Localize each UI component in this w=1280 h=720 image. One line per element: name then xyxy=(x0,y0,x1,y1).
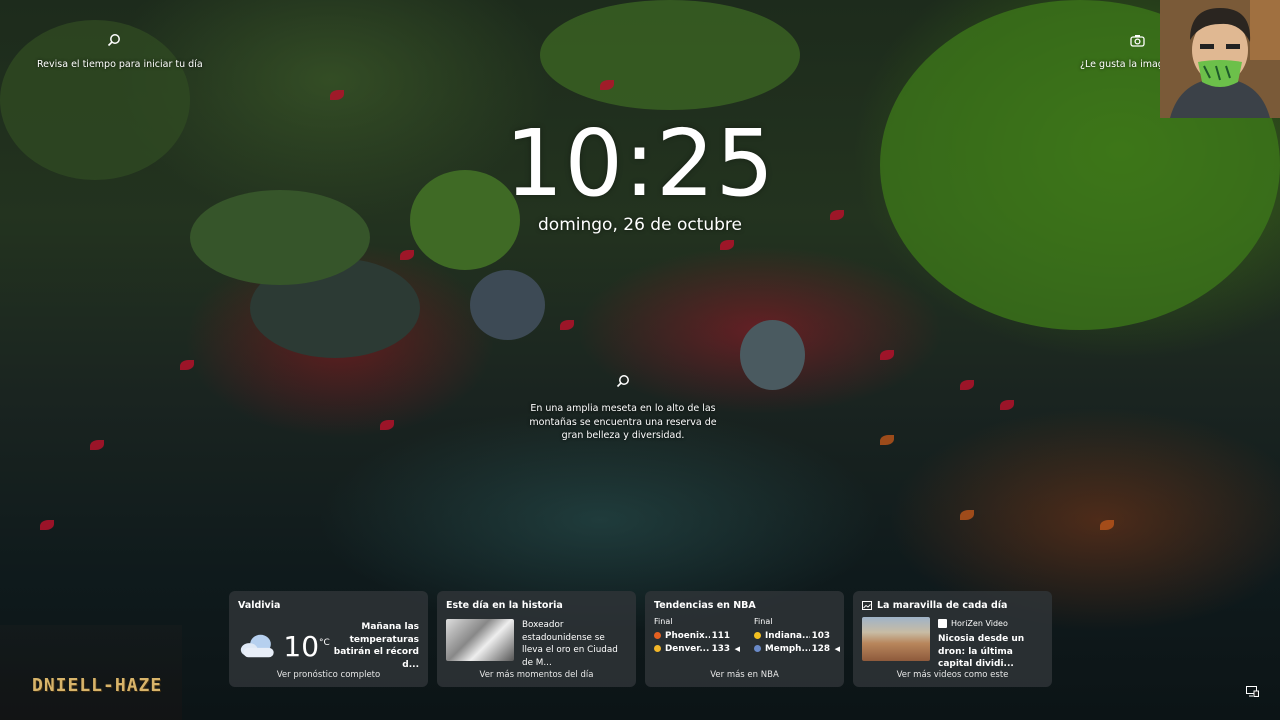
image-icon xyxy=(862,601,872,610)
lock-clock: 10:25 xyxy=(504,110,776,217)
team-name: Phoenix... xyxy=(665,630,710,641)
temperature: 10 xyxy=(283,629,320,663)
nba-game[interactable]: Final Phoenix... 111 Denver... 133 ◀ xyxy=(654,617,740,655)
video-source: HoriZen Video xyxy=(951,619,1008,628)
weather-location: Valdivia xyxy=(238,600,281,611)
team-score: 128 xyxy=(811,643,830,654)
boxing-photo-thumbnail xyxy=(446,619,514,661)
city-drone-thumbnail xyxy=(862,617,930,661)
video-headline: Nicosia desde un dron: la última capital… xyxy=(938,634,1025,669)
team-score: 133 xyxy=(711,643,730,654)
rock xyxy=(740,320,805,390)
team-name: Memph... xyxy=(765,643,810,654)
nuggets-logo-icon xyxy=(654,645,661,652)
grizzlies-logo-icon xyxy=(754,645,761,652)
winner-arrow-icon: ◀ xyxy=(734,644,740,653)
search-icon xyxy=(107,34,120,47)
search-hotspot[interactable] xyxy=(104,30,124,50)
camera-icon xyxy=(1129,34,1145,47)
video-widget[interactable]: La maravilla de cada día HoriZen Video N… xyxy=(853,591,1052,687)
cloud-icon xyxy=(240,634,274,658)
accessibility-button[interactable] xyxy=(1245,685,1259,697)
display-icon xyxy=(1245,685,1259,697)
history-footer-link[interactable]: Ver más momentos del día xyxy=(437,670,636,680)
team-score: 103 xyxy=(811,630,830,641)
weather-footer-link[interactable]: Ver pronóstico completo xyxy=(229,670,428,680)
history-widget[interactable]: Este día en la historia Boxeador estadou… xyxy=(437,591,636,687)
team-name: Denver... xyxy=(665,643,710,654)
weather-hint-label[interactable]: Revisa el tiempo para iniciar tu día xyxy=(37,59,203,70)
game-status: Final xyxy=(654,617,673,626)
search-icon xyxy=(616,375,629,388)
nba-widget[interactable]: Tendencias en NBA Final Phoenix... 111 D… xyxy=(645,591,844,687)
pacers-logo-icon xyxy=(754,632,761,639)
game-status: Final xyxy=(754,617,773,626)
nba-game[interactable]: Final Indiana... 103 Memph... 128 ◀ xyxy=(754,617,840,655)
weather-widget[interactable]: Valdivia 10 °C Mañana las temperaturas b… xyxy=(229,591,428,687)
channel-logo-panel xyxy=(0,625,182,720)
video-footer-link[interactable]: Ver más videos como este xyxy=(853,670,1052,680)
team-name: Indiana... xyxy=(765,630,810,641)
winner-arrow-icon: ◀ xyxy=(834,644,840,653)
video-source-icon xyxy=(938,619,947,628)
video-title: La maravilla de cada día xyxy=(877,600,1008,611)
history-title: Este día en la historia xyxy=(446,600,563,611)
streamer-avatar xyxy=(1160,0,1280,118)
team-score: 111 xyxy=(711,630,730,641)
image-caption[interactable]: En una amplia meseta en lo alto de las m… xyxy=(523,402,723,443)
nba-footer-link[interactable]: Ver más en NBA xyxy=(645,670,844,680)
image-info-button[interactable] xyxy=(614,372,632,390)
channel-logo: DNIELL-HAZE xyxy=(32,675,163,696)
suns-logo-icon xyxy=(654,632,661,639)
camera-hotspot[interactable] xyxy=(1127,30,1147,50)
nba-title: Tendencias en NBA xyxy=(654,600,756,611)
moss-rock xyxy=(540,0,800,110)
avatar-illustration xyxy=(1160,0,1280,118)
history-headline: Boxeador estadounidense se lleva el oro … xyxy=(522,620,618,668)
rock xyxy=(470,270,545,340)
weather-headline: Mañana las temperaturas batirán el récor… xyxy=(333,622,419,670)
lock-date: domingo, 26 de octubre xyxy=(538,215,742,235)
temperature-unit: °C xyxy=(319,638,330,648)
